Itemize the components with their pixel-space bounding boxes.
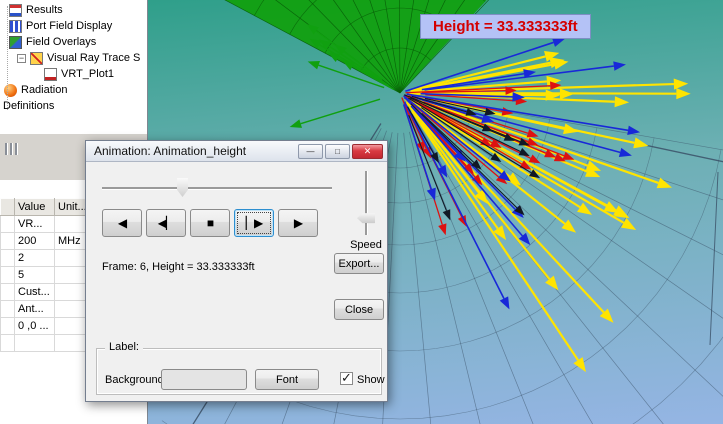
tree-item-label: Radiation xyxy=(21,84,68,96)
value-cell[interactable] xyxy=(14,334,55,352)
value-cell[interactable]: 200 xyxy=(14,232,55,250)
project-tree: Results Port Field Display Field Overlay… xyxy=(0,0,148,134)
vrt-plot-icon xyxy=(44,67,57,81)
col-header-blank xyxy=(0,198,15,216)
maximize-icon[interactable]: □ xyxy=(325,144,350,159)
step-forward-button[interactable]: ▏▶ xyxy=(234,209,274,237)
background-label: Background: xyxy=(105,374,167,386)
next-button[interactable]: ▶ xyxy=(278,209,318,237)
minimize-icon[interactable]: — xyxy=(298,144,323,159)
background-color-button[interactable] xyxy=(161,369,247,390)
row-selector[interactable] xyxy=(0,232,15,250)
speed-label: Speed xyxy=(350,239,382,251)
tree-item-label: Field Overlays xyxy=(26,36,97,48)
row-selector[interactable] xyxy=(0,215,15,233)
col-header-value: Value xyxy=(14,198,55,216)
tree-item-port-field-display[interactable]: Port Field Display xyxy=(0,18,147,34)
row-selector[interactable] xyxy=(0,283,15,301)
prev-button[interactable]: ◀ xyxy=(102,209,142,237)
animation-dialog: Animation: Animation_height — □ ✕ ◀ ◀▏ ■… xyxy=(85,140,388,402)
row-selector[interactable] xyxy=(0,317,15,335)
field-overlays-icon xyxy=(9,35,22,49)
row-selector[interactable] xyxy=(0,334,15,352)
show-checkbox[interactable] xyxy=(340,370,353,386)
row-selector[interactable] xyxy=(0,300,15,318)
dialog-titlebar[interactable]: Animation: Animation_height — □ ✕ xyxy=(86,141,387,162)
tree-item-field-overlays[interactable]: Field Overlays xyxy=(0,34,147,50)
results-icon xyxy=(9,3,22,17)
tree-item-label: Definitions xyxy=(3,100,55,112)
caption-buttons: — □ ✕ xyxy=(298,144,383,159)
font-button[interactable]: Font xyxy=(255,369,319,390)
row-selector[interactable] xyxy=(0,249,15,267)
label-groupbox: Label: Background: Font Show xyxy=(96,341,385,395)
tree-item-vrt-plot1[interactable]: VRT_Plot1 xyxy=(0,66,147,82)
tree-item-results[interactable]: Results xyxy=(0,2,147,18)
value-cell[interactable]: 2 xyxy=(14,249,55,267)
row-selector[interactable] xyxy=(0,266,15,284)
value-cell[interactable]: Cust... xyxy=(14,283,55,301)
tree-item-label: Port Field Display xyxy=(26,20,113,32)
tree-guide-line xyxy=(7,6,8,110)
application-window: Height = 33.333333ft Results Port Field … xyxy=(0,0,723,424)
tree-item-label: Visual Ray Trace S xyxy=(47,52,141,64)
value-cell[interactable]: 0 ,0 ... xyxy=(14,317,55,335)
close-button[interactable]: Close xyxy=(334,299,384,320)
frame-slider-thumb[interactable] xyxy=(177,178,188,197)
speed-slider-thumb[interactable] xyxy=(357,213,375,224)
export-button[interactable]: Export... xyxy=(334,253,384,274)
collapse-toggle-icon[interactable]: − xyxy=(17,53,26,63)
tree-item-definitions[interactable]: Definitions xyxy=(0,98,147,114)
port-field-icon xyxy=(9,19,22,33)
step-back-button[interactable]: ◀▏ xyxy=(146,209,186,237)
panel-grip[interactable] xyxy=(5,143,18,155)
tree-item-label: VRT_Plot1 xyxy=(61,68,114,80)
show-checkbox-label: Show xyxy=(357,374,385,386)
stop-button[interactable]: ■ xyxy=(190,209,230,237)
visual-ray-trace-icon xyxy=(30,51,43,65)
tree-item-label: Results xyxy=(26,4,63,16)
value-cell[interactable]: VR... xyxy=(14,215,55,233)
tree-item-visual-ray-trace[interactable]: − Visual Ray Trace S xyxy=(0,50,147,66)
close-icon[interactable]: ✕ xyxy=(352,144,383,159)
value-cell[interactable]: Ant... xyxy=(14,300,55,318)
dialog-title: Animation: Animation_height xyxy=(94,144,247,158)
speed-slider-track[interactable] xyxy=(365,171,367,235)
radiation-icon xyxy=(4,83,17,97)
frame-status-text: Frame: 6, Height = 33.333333ft xyxy=(102,261,255,273)
tree-item-radiation[interactable]: Radiation xyxy=(0,82,147,98)
groupbox-title: Label: xyxy=(105,341,143,353)
frame-slider-track[interactable] xyxy=(102,187,332,189)
value-cell[interactable]: 5 xyxy=(14,266,55,284)
height-annotation: Height = 33.333333ft xyxy=(420,14,591,39)
